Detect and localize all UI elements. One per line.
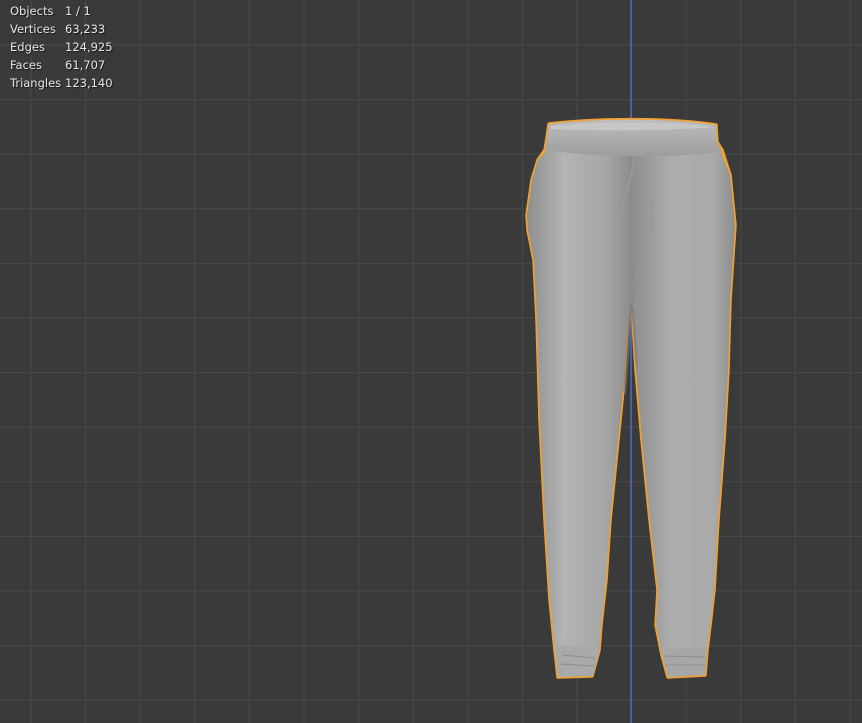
stat-label: Edges [10,40,45,54]
left-cuff [557,645,600,677]
stat-label: Triangles [10,76,62,90]
left-leg [527,150,633,677]
stat-label: Vertices [10,22,56,36]
stat-row-vertices: Vertices 63,233 [10,20,113,38]
stat-row-objects: Objects 1 / 1 [10,2,113,20]
3d-viewport[interactable]: Objects 1 / 1 Vertices 63,233 Edges 124,… [0,0,862,723]
stat-value: 123,140 [65,76,113,90]
right-leg [630,150,735,677]
stat-value: 61,707 [65,58,106,72]
stat-label: Faces [10,58,42,72]
stat-row-faces: Faces 61,707 [10,56,113,74]
right-cuff [660,648,707,677]
floor-grid [0,0,862,723]
stat-value: 63,233 [65,22,106,36]
stat-row-triangles: Triangles 123,140 [10,74,113,92]
stat-value: 1 / 1 [65,4,91,18]
stat-label: Objects [10,4,54,18]
viewport-canvas[interactable] [0,0,862,723]
stat-value: 124,925 [65,40,113,54]
stat-row-edges: Edges 124,925 [10,38,113,56]
statistics-overlay: Objects 1 / 1 Vertices 63,233 Edges 124,… [10,2,113,92]
